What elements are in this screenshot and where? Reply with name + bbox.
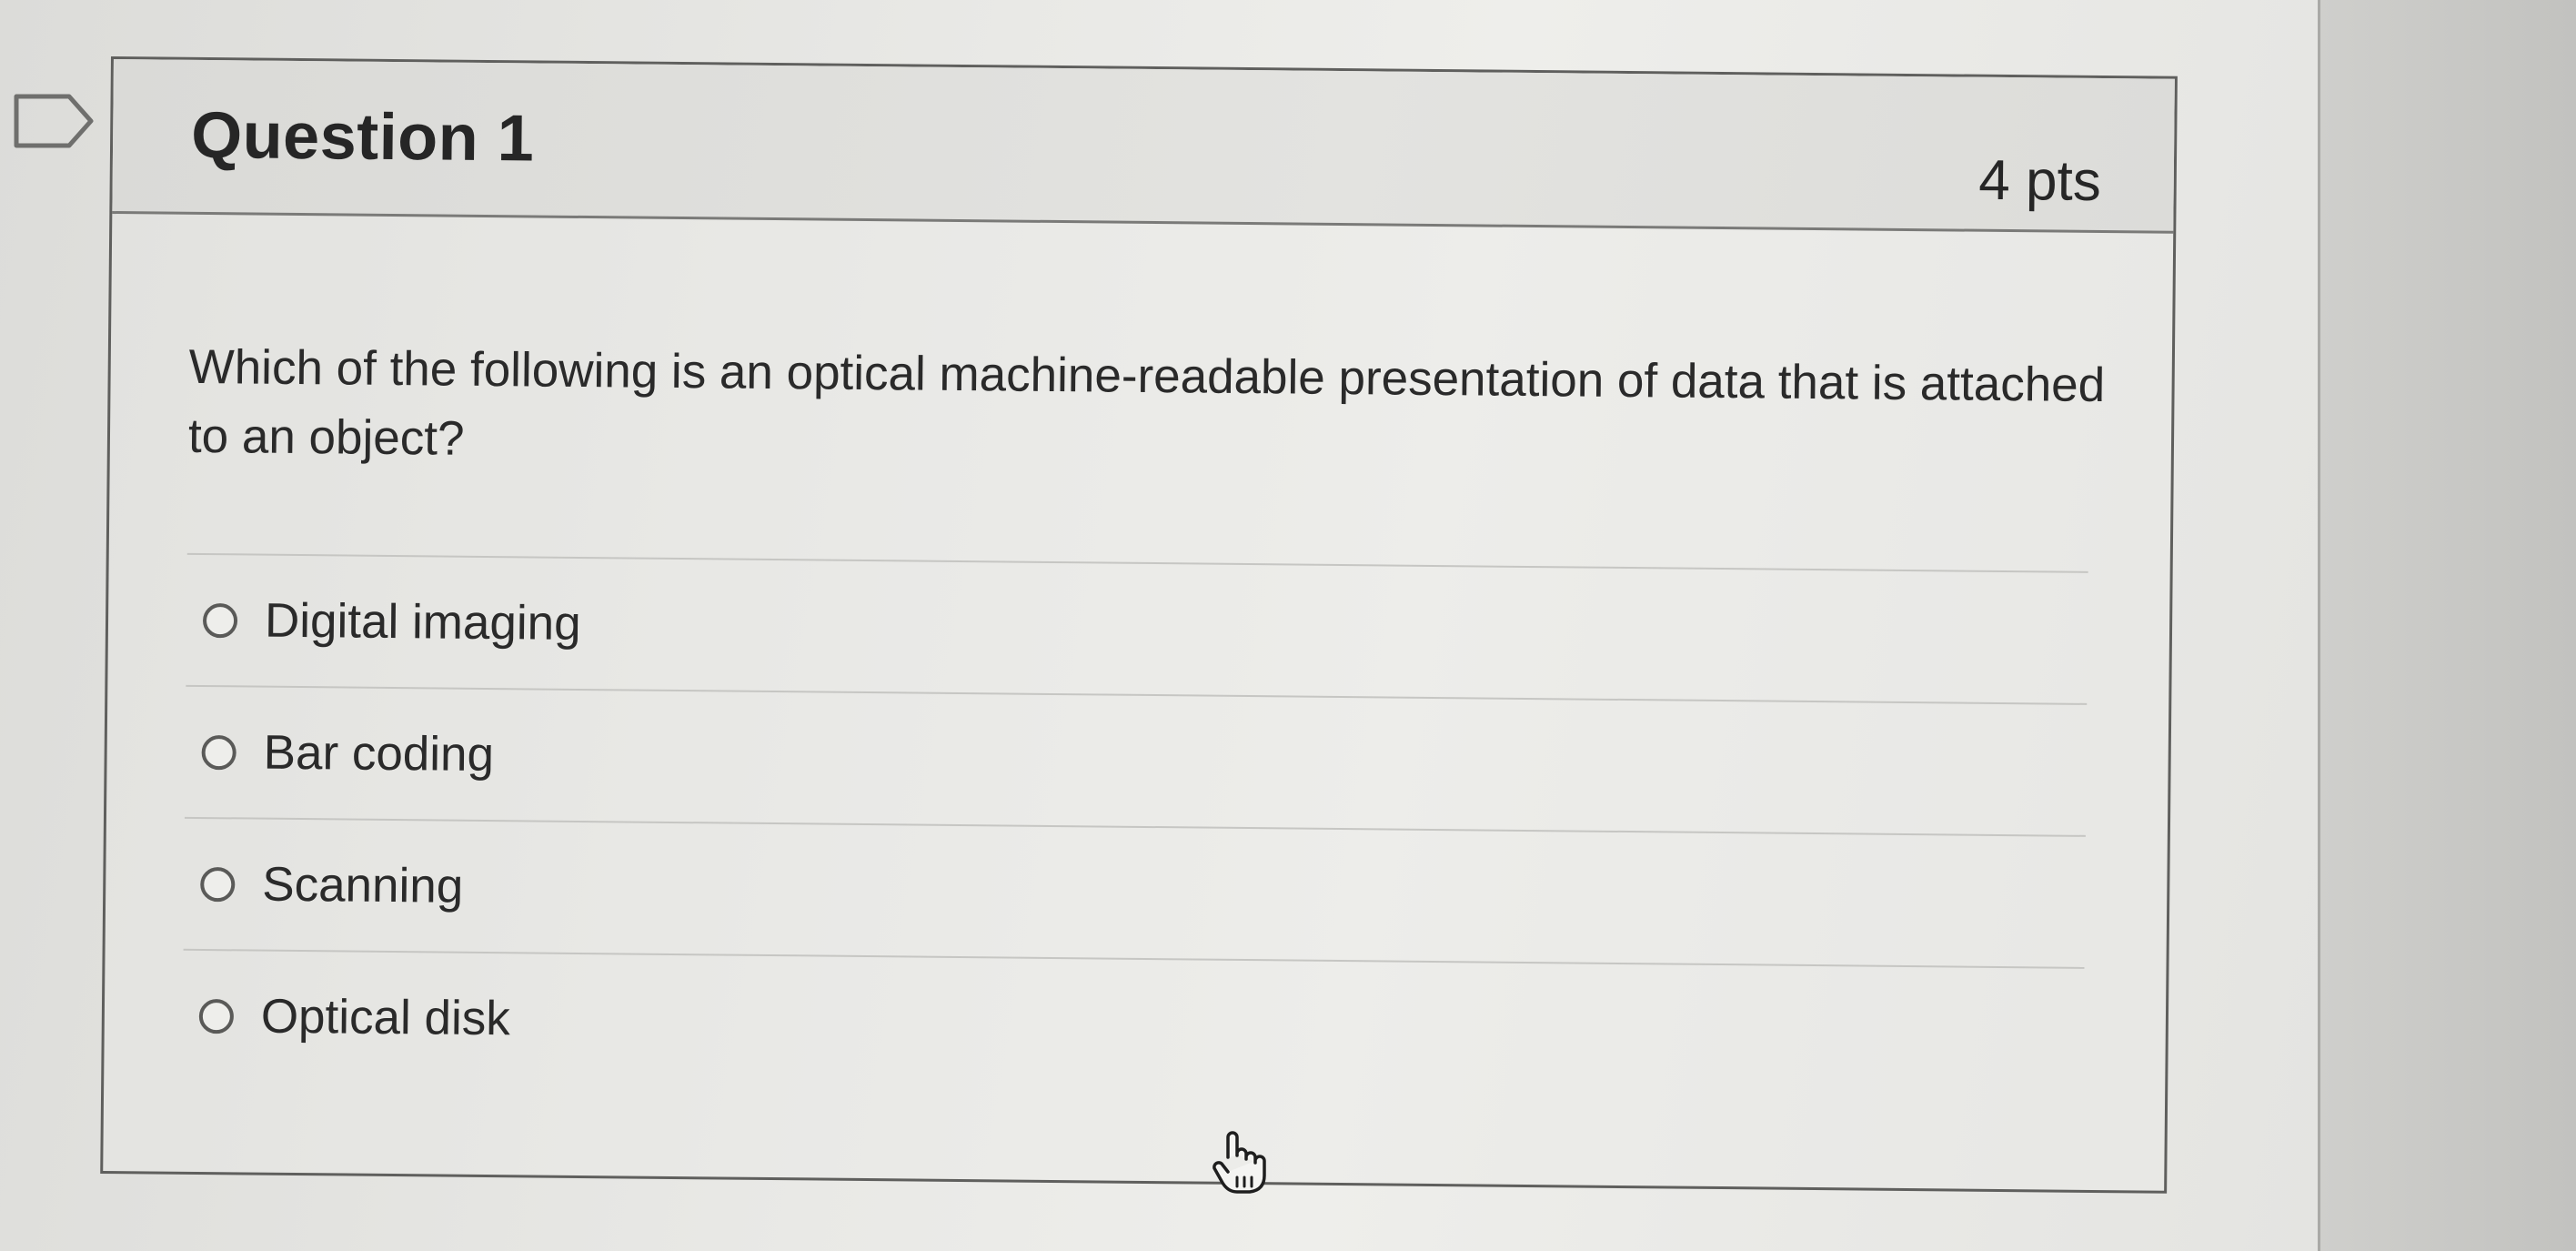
answer-label: Bar coding (263, 725, 495, 782)
radio-unchecked-icon[interactable] (200, 866, 236, 902)
answer-option-bar-coding[interactable]: Bar coding (185, 687, 2087, 835)
radio-unchecked-icon[interactable] (198, 998, 235, 1034)
answer-option-scanning[interactable]: Scanning (184, 819, 2086, 967)
question-text: Which of the following is an optical mac… (187, 339, 2106, 466)
answer-list: Digital imaging Bar coding Scanning Opti… (182, 552, 2088, 1099)
bookmark-flag-icon[interactable] (13, 93, 95, 149)
question-points: 4 pts (1978, 148, 2102, 214)
answer-option-optical-disk[interactable]: Optical disk (182, 951, 2084, 1099)
answer-option-digital-imaging[interactable]: Digital imaging (186, 555, 2088, 703)
question-title: Question 1 (190, 98, 535, 176)
answer-label: Scanning (261, 857, 464, 913)
question-card: Question 1 4 pts Which of the following … (100, 56, 2178, 1194)
answer-label: Optical disk (260, 989, 511, 1046)
question-header: Question 1 4 pts (112, 59, 2175, 234)
hand-pointer-icon (1213, 1131, 1266, 1194)
page-margin (2320, 0, 2576, 1251)
answer-label: Digital imaging (264, 593, 581, 651)
radio-unchecked-icon[interactable] (201, 734, 236, 770)
radio-unchecked-icon[interactable] (202, 602, 238, 638)
